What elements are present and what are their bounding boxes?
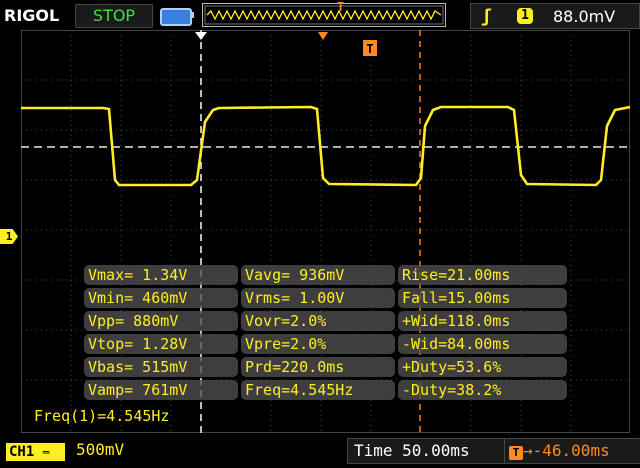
- channel1-level-marker[interactable]: 1: [0, 229, 18, 244]
- measurement-row: Vpp= 880mV Vovr=2.0% +Wid=118.0ms: [84, 311, 572, 332]
- trigger-offset-value: -46.00ms: [532, 441, 610, 460]
- rising-edge-icon: ʃ: [481, 6, 492, 27]
- measurement-row: Vmin= 460mV Vrms= 1.00V Fall=15.00ms: [84, 288, 572, 309]
- svg-text:T: T: [366, 42, 373, 56]
- measurement-cell: Vavg= 936mV: [241, 265, 395, 285]
- trigger-position-marker: T: [337, 0, 345, 14]
- measurement-cell: +Wid=118.0ms: [398, 311, 567, 331]
- trigger-channel-badge: 1: [517, 8, 533, 24]
- memory-waveform-preview: [204, 5, 444, 25]
- top-status-bar: RIGOL STOP T ʃ 1 88.0mV: [0, 0, 640, 30]
- measurement-cell: Vovr=2.0%: [241, 311, 395, 331]
- measurement-table: Vmax= 1.34V Vavg= 936mV Rise=21.00ms Vmi…: [84, 265, 572, 403]
- measurement-row: Vbas= 515mV Prd=220.0ms +Duty=53.6%: [84, 357, 572, 378]
- battery-tip-icon: [191, 12, 194, 18]
- channel1-badge[interactable]: CH1 ═: [6, 443, 65, 461]
- measurement-cell: -Wid=84.00ms: [398, 334, 567, 354]
- measurement-cell: Vpre=2.0%: [241, 334, 395, 354]
- measurement-cell: Vmax= 1.34V: [84, 265, 238, 285]
- measurement-cell: Vrms= 1.00V: [241, 288, 395, 308]
- channel1-badge-label: CH1: [9, 444, 35, 460]
- frequency-counter-readout: Freq(1)=4.545Hz: [34, 407, 170, 425]
- timebase-readout[interactable]: Time 50.00ms: [347, 438, 505, 464]
- measurement-cell: Freq=4.545Hz: [241, 380, 395, 400]
- measurement-cell: Fall=15.00ms: [398, 288, 567, 308]
- brand-logo: RIGOL: [4, 6, 60, 25]
- battery-icon: [160, 8, 192, 26]
- measurement-cell: Vpp= 880mV: [84, 311, 238, 331]
- measurement-cell: Vbas= 515mV: [84, 357, 238, 377]
- measurement-cell: Vmin= 460mV: [84, 288, 238, 308]
- measurement-cell: Vamp= 761mV: [84, 380, 238, 400]
- memory-overview-bar[interactable]: [202, 3, 446, 27]
- trigger-level-value: 88.0mV: [553, 7, 616, 26]
- trigger-settings-panel[interactable]: ʃ 1 88.0mV: [470, 3, 640, 29]
- measurement-cell: Rise=21.00ms: [398, 265, 567, 285]
- measurement-row: Vamp= 761mV Freq=4.545Hz -Duty=38.2%: [84, 380, 572, 401]
- measurement-cell: +Duty=53.6%: [398, 357, 567, 377]
- measurement-cell: Prd=220.0ms: [241, 357, 395, 377]
- measurement-row: Vtop= 1.28V Vpre=2.0% -Wid=84.00ms: [84, 334, 572, 355]
- measurement-row: Vmax= 1.34V Vavg= 936mV Rise=21.00ms: [84, 265, 572, 286]
- trigger-offset-arrow-icon: →: [523, 441, 533, 460]
- run-stop-button[interactable]: STOP: [75, 4, 153, 28]
- dc-coupling-icon: ═: [42, 446, 50, 459]
- trigger-offset-icon: T: [509, 446, 523, 460]
- trigger-offset-readout[interactable]: T →-46.00ms: [504, 438, 640, 464]
- measurement-cell: -Duty=38.2%: [398, 380, 567, 400]
- measurement-cell: Vtop= 1.28V: [84, 334, 238, 354]
- channel1-vertical-scale[interactable]: 500mV: [76, 440, 124, 459]
